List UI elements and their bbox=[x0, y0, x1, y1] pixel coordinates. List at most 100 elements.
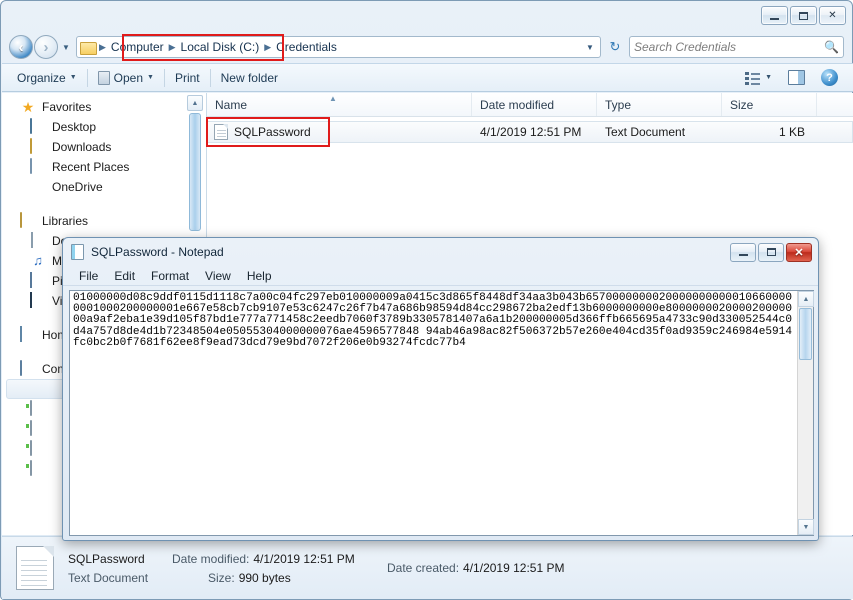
print-button[interactable]: Print bbox=[168, 68, 207, 88]
maximize-icon bbox=[767, 248, 776, 256]
menu-format[interactable]: Format bbox=[143, 267, 197, 285]
sidebar-item-recent-places[interactable]: Recent Places bbox=[2, 157, 206, 177]
recent-pages-button[interactable]: ▼ bbox=[60, 35, 72, 59]
address-bar[interactable]: ▶ Computer ▶ Local Disk (C:) ▶ Credentia… bbox=[76, 36, 601, 58]
drive-icon bbox=[30, 420, 32, 436]
file-name-label: SQLPassword bbox=[234, 125, 311, 139]
show-preview-pane-button[interactable] bbox=[781, 67, 812, 88]
file-type-cell: Text Document bbox=[597, 125, 722, 139]
menu-file[interactable]: File bbox=[71, 267, 106, 285]
breadcrumb-computer[interactable]: Computer bbox=[107, 38, 168, 56]
address-dropdown-icon[interactable]: ▼ bbox=[582, 43, 598, 52]
sidebar-label: Desktop bbox=[52, 120, 96, 134]
sidebar-label: Libraries bbox=[42, 214, 88, 228]
notepad-window[interactable]: SQLPassword - Notepad ✕ File Edit Format… bbox=[62, 237, 819, 541]
column-label: Type bbox=[605, 98, 631, 112]
details-size-line: Size: 990 bytes bbox=[172, 571, 387, 585]
notepad-minimize-button[interactable] bbox=[730, 243, 756, 262]
maximize-icon bbox=[799, 12, 808, 20]
breadcrumb-separator: ▶ bbox=[263, 42, 272, 53]
organize-button[interactable]: Organize ▼ bbox=[10, 68, 84, 88]
refresh-button[interactable]: ↻ bbox=[604, 36, 626, 58]
explorer-window-controls: ✕ bbox=[761, 6, 846, 25]
search-box[interactable]: Search Credentials 🔍 bbox=[629, 36, 844, 58]
new-folder-button[interactable]: New folder bbox=[214, 68, 285, 88]
details-created-column: Date created: 4/1/2019 12:51 PM bbox=[387, 561, 647, 575]
navigation-scrollbar[interactable]: ▲ bbox=[187, 95, 203, 235]
details-pane: SQLPassword Text Document Date modified:… bbox=[2, 536, 853, 599]
back-button[interactable]: ‹ bbox=[9, 35, 33, 59]
notepad-text-content[interactable]: 01000000d08c9ddf0115d1118c7a00c04fc297eb… bbox=[70, 291, 797, 535]
sort-ascending-icon: ▲ bbox=[329, 94, 337, 103]
details-file-name: SQLPassword bbox=[68, 552, 172, 566]
file-name-cell[interactable]: SQLPassword bbox=[208, 124, 472, 140]
toolbar-separator bbox=[164, 69, 165, 87]
change-view-button[interactable]: ▼ bbox=[738, 68, 779, 88]
notepad-window-controls: ✕ bbox=[730, 243, 812, 262]
details-date-created-value: 4/1/2019 12:51 PM bbox=[463, 561, 564, 575]
chevron-down-icon: ▼ bbox=[70, 74, 77, 81]
notepad-editor[interactable]: 01000000d08c9ddf0115d1118c7a00c04fc297eb… bbox=[69, 290, 814, 536]
menu-edit[interactable]: Edit bbox=[106, 267, 143, 285]
column-header-name[interactable]: Name ▲ bbox=[207, 93, 472, 116]
sidebar-label: Downloads bbox=[52, 140, 111, 154]
explorer-toolbar: Organize ▼ Open ▼ Print New folder ▼ bbox=[2, 63, 853, 92]
close-button[interactable]: ✕ bbox=[819, 6, 846, 25]
notepad-maximize-button[interactable] bbox=[758, 243, 784, 262]
column-label: Size bbox=[730, 98, 753, 112]
details-modified-column: Date modified: 4/1/2019 12:51 PM Size: 9… bbox=[172, 552, 387, 585]
open-button[interactable]: Open ▼ bbox=[91, 68, 161, 88]
menu-help[interactable]: Help bbox=[239, 267, 280, 285]
libraries-icon bbox=[20, 212, 22, 228]
open-label: Open bbox=[114, 71, 143, 85]
sidebar-item-favorites[interactable]: ★ Favorites bbox=[2, 97, 206, 117]
notepad-file-icon bbox=[98, 71, 110, 85]
details-name-column: SQLPassword Text Document bbox=[68, 552, 172, 585]
close-icon: ✕ bbox=[828, 11, 836, 21]
search-input[interactable]: Search Credentials bbox=[634, 40, 824, 54]
sidebar-label: Recent Places bbox=[52, 160, 129, 174]
print-label: Print bbox=[175, 71, 200, 85]
scrollbar-thumb[interactable] bbox=[189, 113, 201, 231]
sidebar-item-libraries[interactable]: Libraries bbox=[2, 211, 206, 231]
sidebar-item-desktop[interactable]: Desktop bbox=[2, 117, 206, 137]
breadcrumb-credentials[interactable]: Credentials bbox=[272, 38, 341, 56]
forward-button[interactable]: › bbox=[34, 35, 58, 59]
breadcrumb-local-disk[interactable]: Local Disk (C:) bbox=[177, 38, 264, 56]
help-button[interactable]: ? bbox=[814, 66, 845, 89]
minimize-button[interactable] bbox=[761, 6, 788, 25]
notepad-close-button[interactable]: ✕ bbox=[786, 243, 812, 262]
monitor-icon bbox=[30, 118, 32, 134]
breadcrumb-separator: ▶ bbox=[168, 42, 177, 53]
scroll-down-arrow-icon[interactable]: ▼ bbox=[798, 519, 814, 535]
scroll-up-arrow-icon[interactable]: ▲ bbox=[187, 95, 203, 111]
menu-view[interactable]: View bbox=[197, 267, 239, 285]
explorer-titlebar: ✕ bbox=[1, 1, 852, 31]
details-date-created-line: Date created: 4/1/2019 12:51 PM bbox=[387, 561, 647, 575]
column-header-date-modified[interactable]: Date modified bbox=[472, 93, 597, 116]
sidebar-item-onedrive[interactable]: OneDrive bbox=[2, 177, 206, 197]
details-date-modified-line: Date modified: 4/1/2019 12:51 PM bbox=[172, 552, 387, 566]
toolbar-separator bbox=[87, 69, 88, 87]
minimize-icon bbox=[770, 18, 779, 20]
column-header-type[interactable]: Type bbox=[597, 93, 722, 116]
details-date-modified-value: 4/1/2019 12:51 PM bbox=[253, 552, 354, 566]
help-icon: ? bbox=[821, 69, 838, 86]
scroll-up-arrow-icon[interactable]: ▲ bbox=[798, 291, 814, 307]
scrollbar-thumb[interactable] bbox=[799, 308, 812, 360]
picture-icon bbox=[30, 272, 32, 288]
sidebar-label: OneDrive bbox=[52, 180, 103, 194]
toolbar-right-group: ▼ ? bbox=[738, 66, 845, 89]
music-note-icon: ♫ bbox=[30, 253, 46, 269]
new-folder-label: New folder bbox=[221, 71, 278, 85]
file-date-modified-cell: 4/1/2019 12:51 PM bbox=[472, 125, 597, 139]
table-row[interactable]: SQLPassword 4/1/2019 12:51 PM Text Docum… bbox=[207, 121, 853, 143]
sidebar-item-downloads[interactable]: Downloads bbox=[2, 137, 206, 157]
text-document-icon bbox=[214, 124, 228, 140]
column-header-size[interactable]: Size bbox=[722, 93, 817, 116]
drive-icon bbox=[30, 400, 32, 416]
maximize-button[interactable] bbox=[790, 6, 817, 25]
video-icon bbox=[30, 292, 32, 308]
notepad-titlebar[interactable]: SQLPassword - Notepad ✕ bbox=[63, 238, 818, 266]
notepad-vertical-scrollbar[interactable]: ▲ ▼ bbox=[797, 291, 813, 535]
